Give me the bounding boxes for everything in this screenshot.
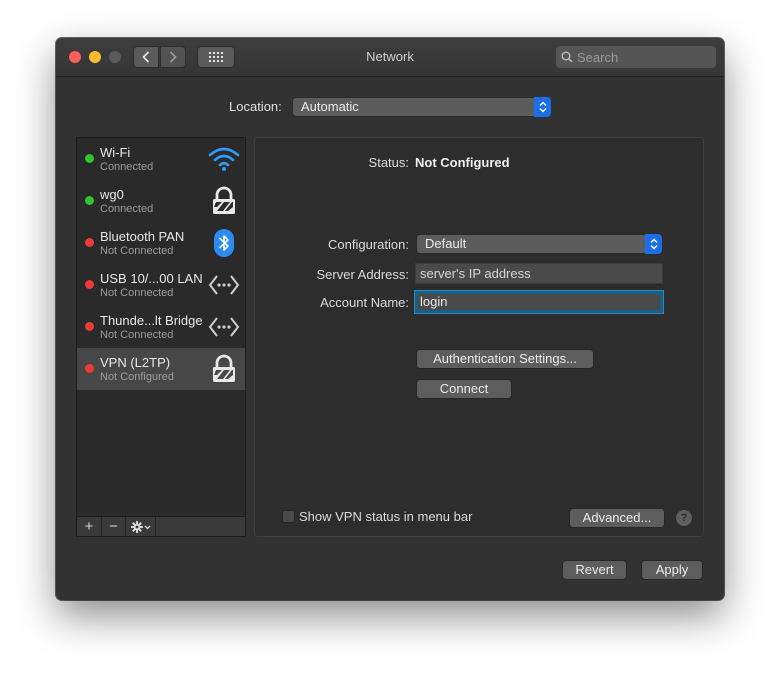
title-bar: Network bbox=[56, 38, 724, 77]
server-address-input[interactable] bbox=[420, 264, 662, 283]
service-status: Connected bbox=[100, 203, 154, 215]
service-actions-button[interactable] bbox=[126, 517, 156, 536]
service-name: Wi-Fi bbox=[100, 145, 131, 160]
configuration-stepper[interactable] bbox=[645, 234, 662, 254]
service-status: Not Configured bbox=[100, 371, 174, 383]
wifi-icon bbox=[207, 142, 241, 176]
revert-button[interactable]: Revert bbox=[562, 560, 627, 580]
show-vpn-status-label: Show VPN status in menu bar bbox=[299, 509, 473, 524]
service-item-wifi[interactable]: Wi-Fi Connected bbox=[77, 138, 245, 180]
show-vpn-status-checkbox[interactable] bbox=[282, 510, 295, 523]
status-dot bbox=[85, 196, 94, 205]
service-status: Connected bbox=[100, 161, 154, 173]
status-dot bbox=[85, 238, 94, 247]
bluetooth-icon bbox=[207, 226, 241, 260]
service-item-vpn-l2tp[interactable]: VPN (L2TP) Not Configured bbox=[77, 348, 245, 390]
service-status: Not Connected bbox=[100, 329, 174, 341]
service-name: Thunde...lt Bridge bbox=[100, 313, 203, 328]
status-label: Status: bbox=[368, 155, 409, 170]
account-name-input[interactable] bbox=[420, 294, 660, 309]
advanced-button[interactable]: Advanced... bbox=[569, 508, 665, 528]
service-list-toolbar: + − bbox=[76, 516, 246, 537]
service-item-usb-lan[interactable]: USB 10/...00 LAN Not Connected bbox=[77, 264, 245, 306]
service-name: USB 10/...00 LAN bbox=[100, 271, 203, 286]
location-label: Location: bbox=[229, 99, 282, 114]
service-status: Not Connected bbox=[100, 287, 174, 299]
service-status: Not Connected bbox=[100, 245, 174, 257]
search-field[interactable] bbox=[556, 46, 716, 68]
status-dot bbox=[85, 280, 94, 289]
configuration-label: Configuration: bbox=[328, 237, 409, 252]
lock-icon bbox=[207, 184, 241, 218]
ethernet-icon bbox=[207, 310, 241, 344]
status-dot bbox=[85, 364, 94, 373]
account-name-label: Account Name: bbox=[320, 295, 409, 310]
status-dot bbox=[85, 322, 94, 331]
status-value: Not Configured bbox=[415, 155, 510, 170]
vpn-detail-panel: Status: Not Configured Configuration: De… bbox=[254, 137, 704, 537]
service-item-bluetooth-pan[interactable]: Bluetooth PAN Not Connected bbox=[77, 222, 245, 264]
configuration-value: Default bbox=[425, 236, 467, 251]
service-list: Wi-Fi Connected wg0 Connected Bluetooth … bbox=[76, 137, 246, 537]
add-service-button[interactable]: + bbox=[77, 517, 102, 536]
help-button[interactable]: ? bbox=[676, 510, 692, 526]
gear-icon bbox=[130, 520, 150, 533]
connect-button[interactable]: Connect bbox=[416, 379, 512, 399]
configuration-popup[interactable]: Default bbox=[416, 234, 662, 254]
up-down-arrows-icon bbox=[650, 238, 657, 250]
apply-button[interactable]: Apply bbox=[641, 560, 703, 580]
status-dot bbox=[85, 154, 94, 163]
search-icon bbox=[561, 51, 573, 63]
lock-icon bbox=[207, 352, 241, 386]
network-preferences-window: Network Location: Automatic Wi-Fi Connec… bbox=[56, 38, 724, 600]
service-name: wg0 bbox=[100, 187, 124, 202]
search-input[interactable] bbox=[577, 49, 707, 65]
ethernet-icon bbox=[207, 268, 241, 302]
location-value: Automatic bbox=[301, 99, 359, 114]
location-popup[interactable]: Automatic bbox=[292, 97, 551, 117]
authentication-settings-button[interactable]: Authentication Settings... bbox=[416, 349, 594, 369]
service-name: VPN (L2TP) bbox=[100, 355, 171, 370]
server-address-field[interactable] bbox=[415, 263, 663, 284]
remove-service-button[interactable]: − bbox=[102, 517, 126, 536]
service-item-thunderbolt-bridge[interactable]: Thunde...lt Bridge Not Connected bbox=[77, 306, 245, 348]
server-address-label: Server Address: bbox=[316, 267, 410, 282]
service-item-wg0[interactable]: wg0 Connected bbox=[77, 180, 245, 222]
up-down-arrows-icon bbox=[539, 101, 546, 113]
service-name: Bluetooth PAN bbox=[100, 229, 185, 244]
location-stepper[interactable] bbox=[534, 97, 551, 117]
account-name-field[interactable] bbox=[415, 291, 663, 313]
